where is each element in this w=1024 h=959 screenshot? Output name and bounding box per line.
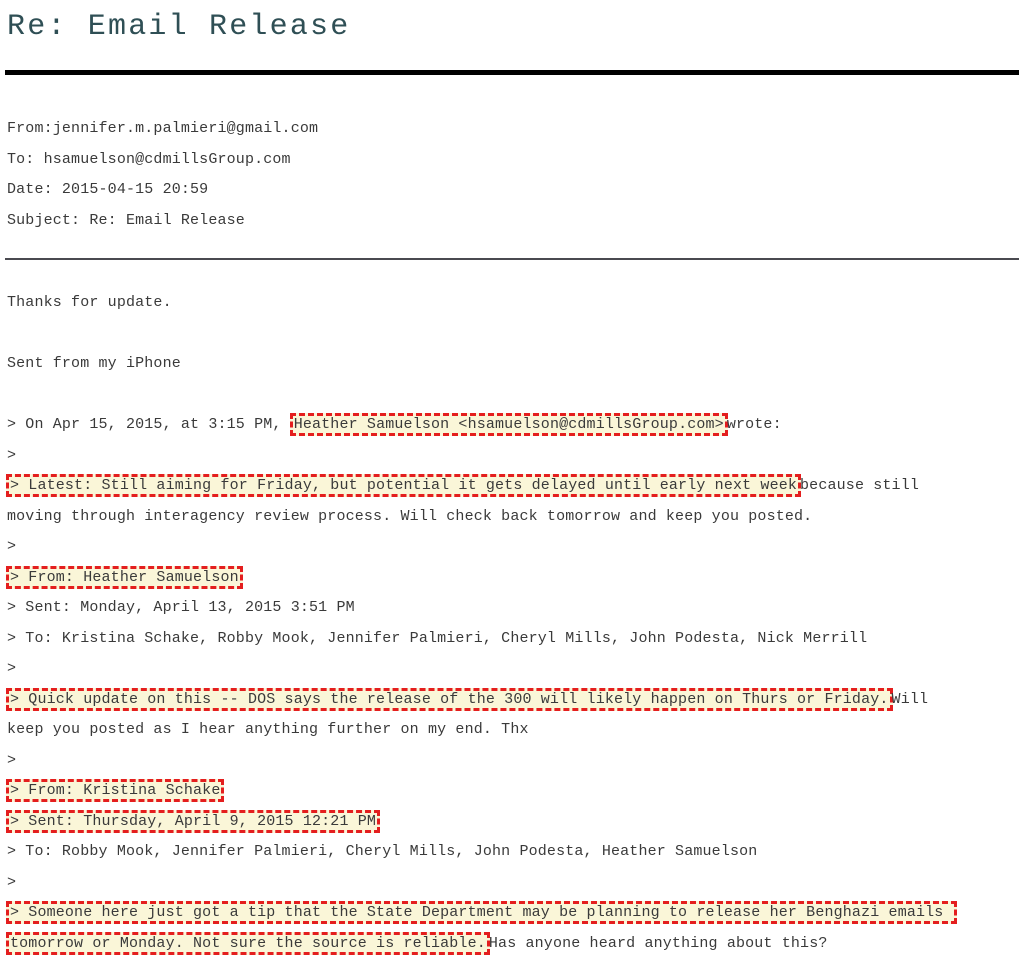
quoted-from-heather: > From: Heather Samuelson: [6, 563, 1019, 594]
header-from: From:jennifer.m.palmieri@gmail.com: [7, 120, 319, 137]
page-title: Re: Email Release: [7, 10, 351, 44]
quoted-to-heather: > To: Kristina Schake, Robby Mook, Jenni…: [7, 629, 868, 647]
header-date: Date: 2015-04-15 20:59: [7, 181, 209, 198]
quote-marker-4: >: [7, 751, 17, 769]
highlight-from-kristina-schake: > From: Kristina Schake: [6, 779, 225, 802]
on-date-prefix: > On Apr 15, 2015, at 3:15 PM,: [7, 416, 291, 433]
body-blank-2: [7, 380, 1019, 411]
highlight-quick-update-dos-release: > Quick update on this -- DOS says the r…: [6, 687, 893, 711]
highlight-sent-kristina-timestamp: > Sent: Thursday, April 9, 2015 12:21 PM: [6, 809, 381, 833]
quoted-sent-kristina: > Sent: Thursday, April 9, 2015 12:21 PM: [6, 807, 1019, 838]
quoted-latest-continuation: moving through interagency review proces…: [7, 507, 813, 525]
header-to: To: hsamuelson@cdmillsGroup.com: [7, 150, 291, 168]
header-subject: Subject: Re: Email Release: [7, 211, 245, 229]
latest-suffix: because still: [800, 477, 920, 494]
email-body: Thanks for update. Sent from my iPhone >…: [5, 260, 1019, 959]
quote-marker-2: >: [7, 538, 17, 555]
email-header-block: From:jennifer.m.palmieri@gmail.com To: h…: [5, 75, 1019, 258]
quoted-quick-update-line: > Quick update on this -- DOS says the r…: [6, 685, 1019, 716]
quoted-quick-update-continuation: keep you posted as I hear anything furth…: [7, 721, 529, 738]
highlight-from-heather-samuelson: > From: Heather Samuelson: [6, 565, 243, 589]
on-date-suffix: wrote:: [726, 416, 782, 433]
body-thanks: Thanks for update.: [7, 294, 172, 311]
quote-marker-5: >: [7, 873, 17, 891]
quick-update-suffix: Will: [891, 690, 929, 708]
quoted-sent-heather: > Sent: Monday, April 13, 2015 3:51 PM: [7, 599, 355, 616]
quoted-to-kristina: > To: Robby Mook, Jennifer Palmieri, Che…: [7, 843, 758, 860]
document-page: Re: Email Release From:jennifer.m.palmie…: [0, 0, 1024, 959]
body-signature: Sent from my iPhone: [7, 355, 181, 372]
quoted-latest-line: > Latest: Still aiming for Friday, but p…: [6, 471, 1019, 502]
highlight-heather-samuelson-address: Heather Samuelson <hsamuelson@cdmillsGro…: [289, 413, 728, 436]
quote-marker-1: >: [7, 446, 17, 464]
quote-marker-3: >: [7, 660, 17, 677]
quoted-tip-line: > Someone here just got a tip that the S…: [6, 898, 1019, 959]
body-blank-1: [7, 319, 1019, 350]
quoted-from-kristina: > From: Kristina Schake: [6, 776, 1019, 807]
highlight-latest-status: > Latest: Still aiming for Friday, but p…: [6, 474, 802, 497]
quoted-on-date-line: > On Apr 15, 2015, at 3:15 PM, Heather S…: [7, 410, 1019, 441]
